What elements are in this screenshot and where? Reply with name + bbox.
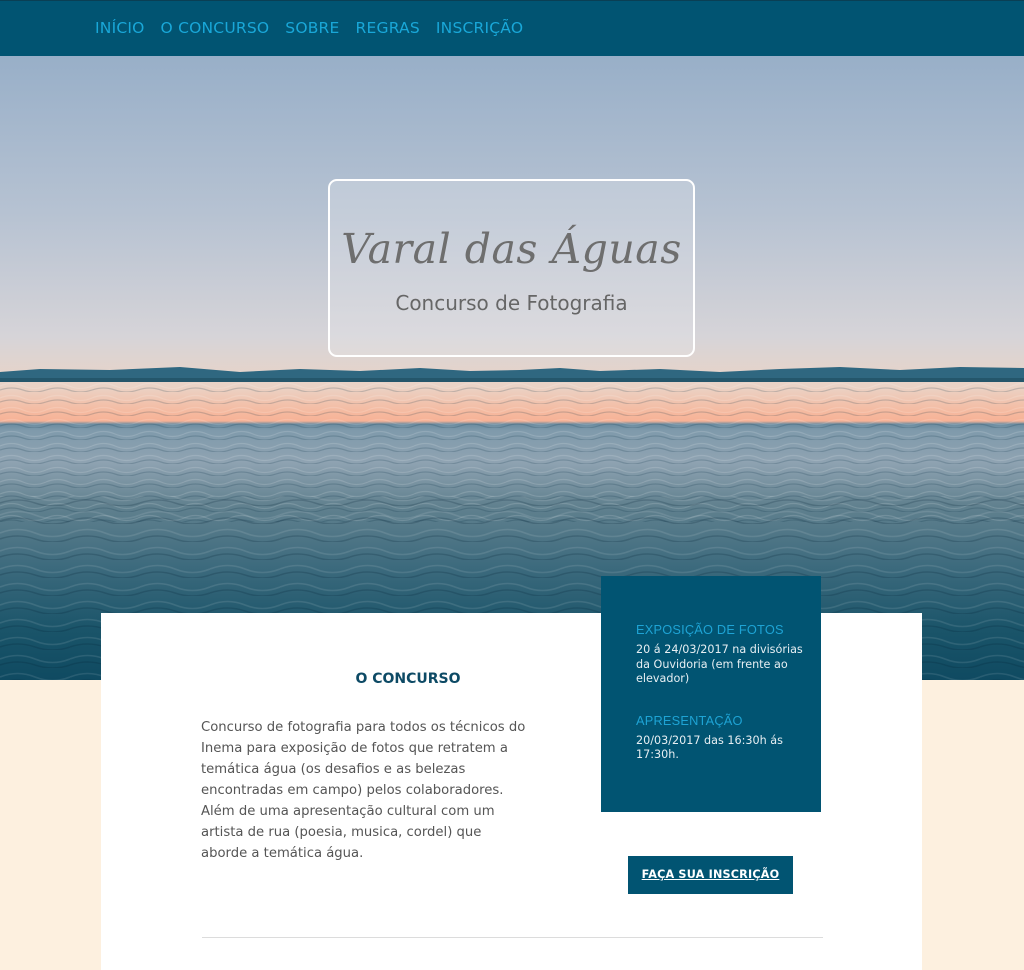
nav-link-sobre[interactable]: SOBRE xyxy=(285,19,339,37)
event-info-panel: EXPOSIÇÃO DE FOTOS 20 á 24/03/2017 na di… xyxy=(601,576,821,812)
nav-item-regras: REGRAS xyxy=(356,19,420,38)
nav-link-inicio[interactable]: INÍCIO xyxy=(95,19,145,37)
nav-menu: INÍCIO O CONCURSO SOBRE REGRAS INSCRIÇÃO xyxy=(95,19,539,38)
section-title-o-concurso: O CONCURSO xyxy=(355,671,461,687)
hero-seascape-image xyxy=(0,367,1024,680)
section-description: Concurso de fotografia para todos os téc… xyxy=(201,720,526,861)
nav-item-inscricao: INSCRIÇÃO xyxy=(436,19,523,38)
nav-item-o-concurso: O CONCURSO xyxy=(161,19,270,38)
registration-button[interactable]: FAÇA SUA INSCRIÇÃO xyxy=(628,856,793,894)
site-subtitle: Concurso de Fotografia xyxy=(395,291,628,315)
site-title: Varal das Águas xyxy=(341,225,682,273)
nav-link-o-concurso[interactable]: O CONCURSO xyxy=(161,19,270,37)
exposicao-heading: EXPOSIÇÃO DE FOTOS xyxy=(636,622,784,637)
apresentacao-details: 20/03/2017 das 16:30h ás 17:30h. xyxy=(636,733,783,762)
hero-banner: Varal das Águas Concurso de Fotografia xyxy=(0,56,1024,680)
nav-item-inicio: INÍCIO xyxy=(95,19,145,38)
nav-link-inscricao[interactable]: INSCRIÇÃO xyxy=(436,19,523,37)
nav-item-sobre: SOBRE xyxy=(285,19,339,38)
nav-link-regras[interactable]: REGRAS xyxy=(356,19,420,37)
apresentacao-heading: APRESENTAÇÃO xyxy=(636,712,743,728)
content-divider xyxy=(202,937,823,938)
exposicao-details: 20 á 24/03/2017 na divisórias da Ouvidor… xyxy=(636,643,803,685)
top-navigation: INÍCIO O CONCURSO SOBRE REGRAS INSCRIÇÃO xyxy=(0,0,1024,56)
hero-title-box: Varal das Águas Concurso de Fotografia xyxy=(328,179,695,357)
